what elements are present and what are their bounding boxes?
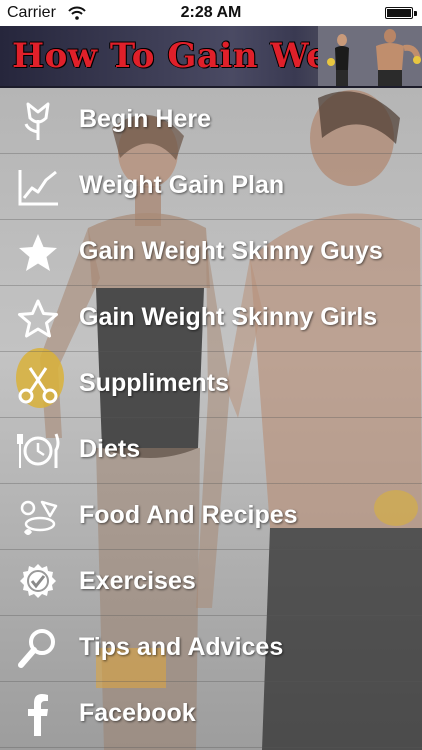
menu-item-label: Exercises [79, 567, 196, 595]
menu-item-label: Tips and Advices [79, 633, 284, 661]
menu-item-gain-weight-skinny-guys[interactable]: Gain Weight Skinny Guys [0, 220, 422, 286]
status-bar: Carrier 2:28 AM [0, 0, 422, 26]
menu-item-label: Diets [79, 435, 141, 463]
battery-icon [385, 7, 413, 19]
menu-item-label: Begin Here [79, 105, 211, 133]
battery-tip [414, 11, 417, 16]
badge-check-icon [20, 564, 56, 598]
menu-item-facebook[interactable]: Facebook [0, 682, 422, 748]
menu-item-weight-gain-plan[interactable]: Weight Gain Plan [0, 154, 422, 220]
star-filled-icon [19, 234, 57, 271]
tulip-icon [24, 102, 50, 140]
menu-item-label: Gain Weight Skinny Guys [79, 237, 383, 265]
menu-item-diets[interactable]: Diets [0, 418, 422, 484]
menu-item-label: Facebook [79, 699, 196, 727]
menu-item-food-and-recipes[interactable]: Food And Recipes [0, 484, 422, 550]
menu-list: Begin Here Weight Gain Plan Gain Weight … [0, 88, 422, 750]
scissors-icon [18, 367, 58, 404]
banner-fitness-photo [318, 26, 422, 86]
menu-item-label: Food And Recipes [79, 501, 298, 529]
menu-item-begin-here[interactable]: Begin Here [0, 88, 422, 154]
menu-item-label: Weight Gain Plan [79, 171, 285, 199]
menu-item-suppliments[interactable]: Suppliments [0, 352, 422, 418]
plate-clock-icon [17, 433, 60, 468]
status-time: 2:28 AM [180, 4, 242, 21]
menu-item-exercises[interactable]: Exercises [0, 550, 422, 616]
line-chart-icon [18, 170, 58, 206]
facebook-icon [28, 694, 48, 736]
menu-item-label: Suppliments [79, 369, 230, 397]
menu-item-label: Gain Weight Skinny Girls [79, 303, 378, 331]
app-banner: How To Gain Weight [0, 26, 422, 88]
menu-item-tips-and-advices[interactable]: Tips and Advices [0, 616, 422, 682]
menu-item-gain-weight-skinny-girls[interactable]: Gain Weight Skinny Girls [0, 286, 422, 352]
magnifier-icon [18, 629, 55, 668]
food-icon [20, 500, 58, 535]
star-outline-icon [18, 299, 58, 338]
